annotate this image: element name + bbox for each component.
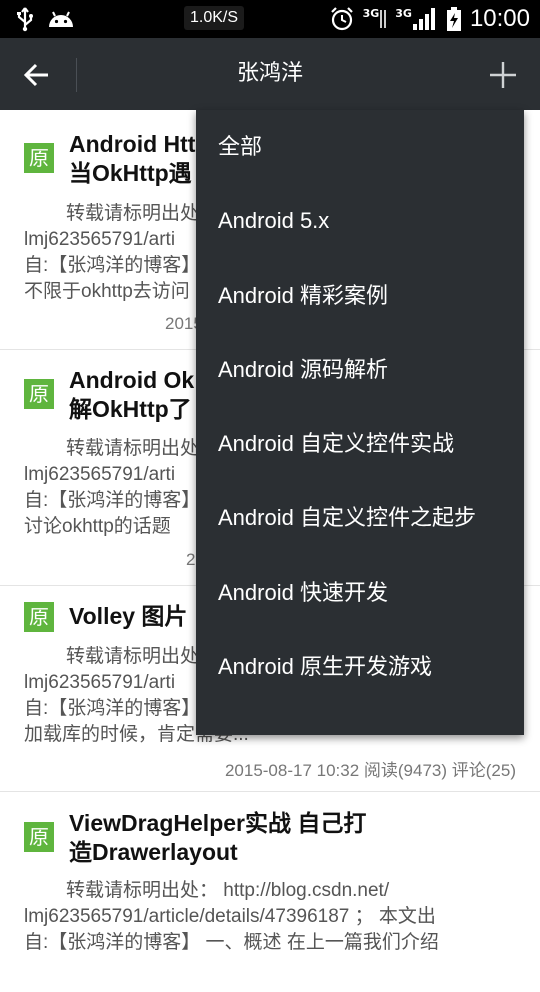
add-icon[interactable] bbox=[488, 60, 518, 90]
article-meta: 2015-08-17 10:32 阅读(9473) 评论(25) bbox=[224, 761, 516, 780]
usb-icon bbox=[17, 7, 33, 32]
article-title-line[interactable]: ViewDragHelper实战 自己打 bbox=[69, 809, 520, 838]
menu-item-android-5x[interactable]: Android 5.x bbox=[196, 184, 524, 258]
network-type-label-1: 3G bbox=[362, 6, 380, 20]
status-bar: 1.0K/S 3G 3G 10:00 bbox=[0, 0, 540, 38]
menu-item-custom-view-practice[interactable]: Android 自定义控件实战 bbox=[196, 407, 524, 481]
clock: 10:00 bbox=[469, 5, 530, 32]
original-badge: 原 bbox=[24, 822, 54, 852]
android-icon bbox=[49, 11, 73, 27]
network-type-label-2: 3G bbox=[395, 6, 412, 20]
category-dropdown-menu: 全部 Android 5.x Android 精彩案例 Android 源码解析… bbox=[196, 110, 524, 735]
list-item[interactable]: 原 ViewDragHelper实战 自己打 造Drawerlayout 转载请… bbox=[0, 792, 540, 992]
network-speed: 1.0K/S bbox=[184, 6, 245, 30]
original-badge: 原 bbox=[24, 602, 54, 632]
data-arrows-icon bbox=[380, 10, 387, 28]
status-left-icons bbox=[14, 6, 76, 32]
app-bar: 张鸿洋 bbox=[0, 38, 540, 110]
article-summary-line: 转载请标明出处： http://blog.csdn.net/ bbox=[66, 880, 390, 901]
status-right-icons: 3G 3G 10:00 bbox=[329, 0, 530, 38]
menu-item-native-games[interactable]: Android 原生开发游戏 bbox=[196, 630, 524, 704]
original-badge: 原 bbox=[24, 143, 54, 173]
page-title: 张鸿洋 bbox=[236, 61, 303, 86]
menu-item-source-analysis[interactable]: Android 源码解析 bbox=[196, 333, 524, 407]
menu-item-showcase[interactable]: Android 精彩案例 bbox=[196, 259, 524, 333]
signal-icon bbox=[412, 8, 435, 30]
battery-charging-icon bbox=[446, 7, 461, 31]
alarm-icon bbox=[330, 7, 353, 31]
article-summary-line: 自:【张鸿洋的博客】 一、概述 在上一篇我们介绍 bbox=[24, 932, 439, 953]
original-badge: 原 bbox=[24, 379, 54, 409]
article-meta: 2 bbox=[186, 550, 196, 569]
menu-item-custom-view-basics[interactable]: Android 自定义控件之起步 bbox=[196, 481, 524, 555]
article-title-line[interactable]: 造Drawerlayout bbox=[69, 838, 520, 867]
article-summary-line: lmj623565791/article/details/47396187 ； … bbox=[24, 906, 436, 927]
menu-item-all[interactable]: 全部 bbox=[196, 110, 524, 184]
menu-item-rapid-dev[interactable]: Android 快速开发 bbox=[196, 556, 524, 630]
